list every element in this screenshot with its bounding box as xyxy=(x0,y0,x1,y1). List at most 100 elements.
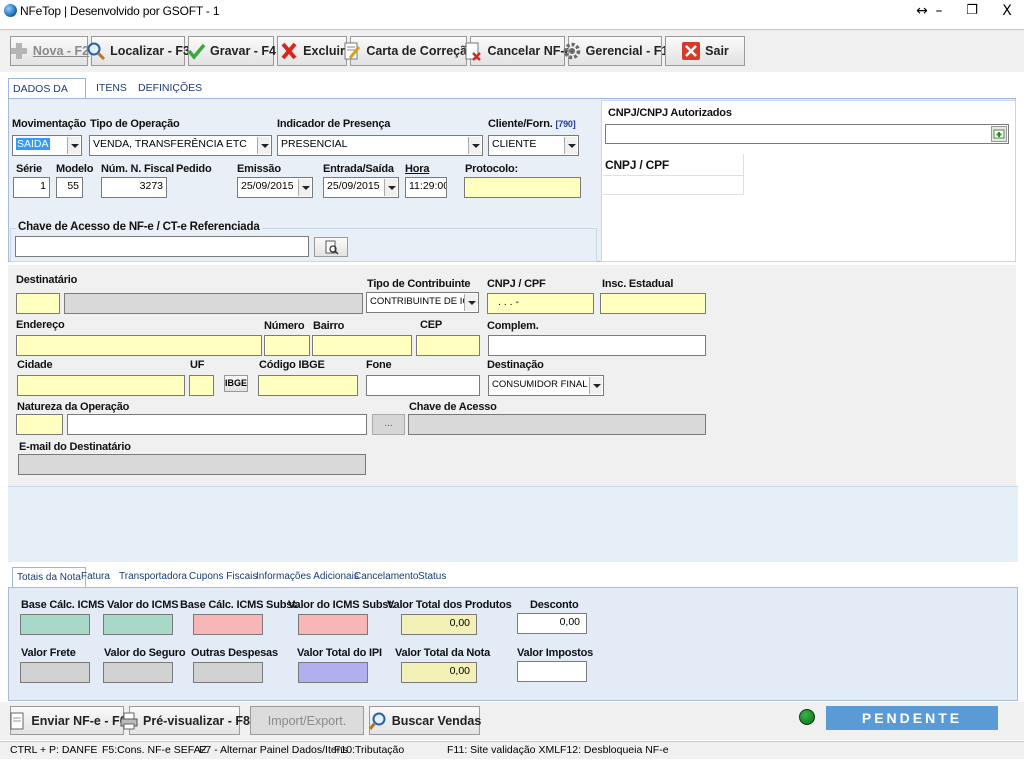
movimentacao-select[interactable]: SAIDA xyxy=(12,135,82,156)
valor-icms-st-label: Valor do ICMS Subst. xyxy=(288,599,395,611)
main-tabs: DADOS DA NOTA ITENS DEFINIÇÕES xyxy=(8,78,1016,115)
hora-field[interactable]: 11:29:00 xyxy=(405,177,447,198)
codigo-ibge-field[interactable] xyxy=(258,375,358,396)
tab-transportadora[interactable]: Transportadora xyxy=(115,567,191,587)
numero-field[interactable] xyxy=(264,335,310,356)
checkmark-icon xyxy=(186,41,206,61)
emissao-label: Emissão xyxy=(237,163,281,175)
cliente-select[interactable]: CLIENTE xyxy=(488,135,579,156)
gravar-button[interactable]: Gravar - F4 xyxy=(186,36,277,66)
tab-definicoes[interactable]: DEFINIÇÕES xyxy=(134,78,206,98)
previsualizar-button[interactable]: Pré-visualizar - F8 xyxy=(120,706,250,735)
close-window-button[interactable]: X xyxy=(990,0,1024,22)
tab-itens[interactable]: ITENS xyxy=(92,78,131,98)
destinatario-code-field[interactable] xyxy=(16,293,60,314)
enviar-nfe-button[interactable]: Enviar NF-e - F6 xyxy=(10,706,127,735)
maximize-button[interactable]: ❐ xyxy=(955,0,989,22)
blank-area xyxy=(8,486,1018,562)
tab-cancelamento[interactable]: Cancelamento xyxy=(350,567,422,587)
num-nf-field[interactable]: 3273 xyxy=(101,177,167,198)
tipo-operacao-select[interactable]: VENDA, TRANSFERÊNCIA ETC xyxy=(89,135,272,156)
desconto-field[interactable]: 0,00 xyxy=(517,613,587,634)
carta-correcao-button[interactable]: Carta de Correção xyxy=(344,36,475,66)
entrada-value: 25/09/2015 xyxy=(327,180,380,192)
buscar-label: Buscar Vendas xyxy=(391,713,482,728)
movimentacao-value: SAIDA xyxy=(16,138,50,150)
nova-label: Nova - F2 xyxy=(32,44,90,58)
base-icms-st-field xyxy=(193,614,263,635)
movimentacao-label: Movimentação xyxy=(12,118,87,130)
impostos-field[interactable] xyxy=(517,661,587,682)
destinacao-select[interactable]: CONSUMIDOR FINAL xyxy=(488,375,604,396)
valor-icms-field xyxy=(103,614,173,635)
gear-icon xyxy=(562,41,582,61)
tab-fatura[interactable]: Fatura xyxy=(77,567,114,587)
tab-cupons[interactable]: Cupons Fiscais xyxy=(185,567,261,587)
protocolo-field[interactable] xyxy=(464,177,581,198)
autorizados-grid-row xyxy=(603,176,744,195)
serie-field[interactable]: 1 xyxy=(13,177,50,198)
valor-produtos-field: 0,00 xyxy=(401,614,477,635)
tab-totais[interactable]: Totais da Nota xyxy=(12,567,86,587)
autorizados-input[interactable] xyxy=(605,124,1009,144)
destinatario-label: Destinatário xyxy=(16,274,78,286)
excluir-button[interactable]: Excluir xyxy=(277,36,347,66)
emissao-date[interactable]: 25/09/2015 xyxy=(237,177,313,198)
cliente-label-text: Cliente/Forn. xyxy=(488,118,553,130)
gravar-label: Gravar - F4 xyxy=(210,44,277,58)
status-consulta: F5:Cons. NF-e SEFAZ xyxy=(102,744,208,756)
document-pen-icon xyxy=(342,41,362,61)
exit-x-icon xyxy=(681,41,701,61)
printer-icon xyxy=(119,711,139,731)
import-export-button[interactable]: Import/Export. xyxy=(250,706,364,735)
chave-acesso-label: Chave de Acesso xyxy=(409,401,497,413)
calendar-dropdown-icon xyxy=(298,179,311,196)
complem-field[interactable] xyxy=(488,335,706,356)
minimize-button[interactable]: – xyxy=(922,0,956,22)
valor-produtos-label: Valor Total dos Produtos xyxy=(387,599,512,611)
tipo-contrib-label: Tipo de Contribuinte xyxy=(367,278,471,290)
status-desbloqueia: F12: Desbloqueia NF-e xyxy=(560,744,669,756)
natureza-lookup-button[interactable]: ... xyxy=(372,414,405,435)
cnpj-field[interactable]: . . . - xyxy=(487,293,594,314)
sair-label: Sair xyxy=(705,44,729,58)
base-icms-st-label: Base Cálc. ICMS Subst. xyxy=(180,599,299,611)
ibge-button[interactable]: IBGE xyxy=(224,375,248,392)
localizar-button[interactable]: Localizar - F3 xyxy=(87,36,190,66)
cancelar-nfe-button[interactable]: Cancelar NF-e xyxy=(465,36,572,66)
chave-ref-search-button[interactable] xyxy=(314,237,348,257)
entrada-date[interactable]: 25/09/2015 xyxy=(323,177,399,198)
uf-field[interactable] xyxy=(189,375,214,396)
nova-button[interactable]: Nova - F2 xyxy=(10,36,90,66)
dropdown-arrow-icon xyxy=(67,137,80,154)
chave-ref-input[interactable] xyxy=(15,236,309,257)
cidade-field[interactable] xyxy=(17,375,185,396)
serie-label: Série xyxy=(16,163,42,175)
status-led-icon xyxy=(799,709,815,725)
gerencial-button[interactable]: Gerencial - F1 xyxy=(563,36,668,66)
chave-acesso-field xyxy=(408,414,706,435)
tab-info-adicionais[interactable]: Informações Adicionais xyxy=(252,567,363,587)
natureza-desc-field[interactable] xyxy=(67,414,367,435)
cep-field[interactable] xyxy=(416,335,480,356)
tipo-contrib-select[interactable]: CONTRIBUINTE DE ICMS xyxy=(366,292,479,313)
status-validacao: F11: Site validação XML xyxy=(447,744,561,756)
add-grid-icon[interactable] xyxy=(991,126,1007,142)
dropdown-arrow-icon xyxy=(468,137,481,154)
modelo-field[interactable]: 55 xyxy=(56,177,83,198)
tab-status[interactable]: Status xyxy=(414,567,450,587)
buscar-vendas-button[interactable]: Buscar Vendas xyxy=(368,706,482,735)
excluir-label: Excluir xyxy=(303,44,345,58)
calendar-dropdown-icon xyxy=(384,179,397,196)
endereco-field[interactable] xyxy=(16,335,262,356)
tab-dados-da-nota[interactable]: DADOS DA NOTA xyxy=(8,78,86,115)
bairro-field[interactable] xyxy=(312,335,412,356)
entrada-label: Entrada/Saída xyxy=(323,163,394,175)
fone-field[interactable] xyxy=(366,375,480,396)
seguro-field xyxy=(103,662,173,683)
bairro-label: Bairro xyxy=(313,320,345,332)
natureza-code-field[interactable] xyxy=(16,414,63,435)
ie-field[interactable] xyxy=(600,293,706,314)
sair-button[interactable]: Sair xyxy=(665,36,745,66)
indicador-select[interactable]: PRESENCIAL xyxy=(277,135,483,156)
